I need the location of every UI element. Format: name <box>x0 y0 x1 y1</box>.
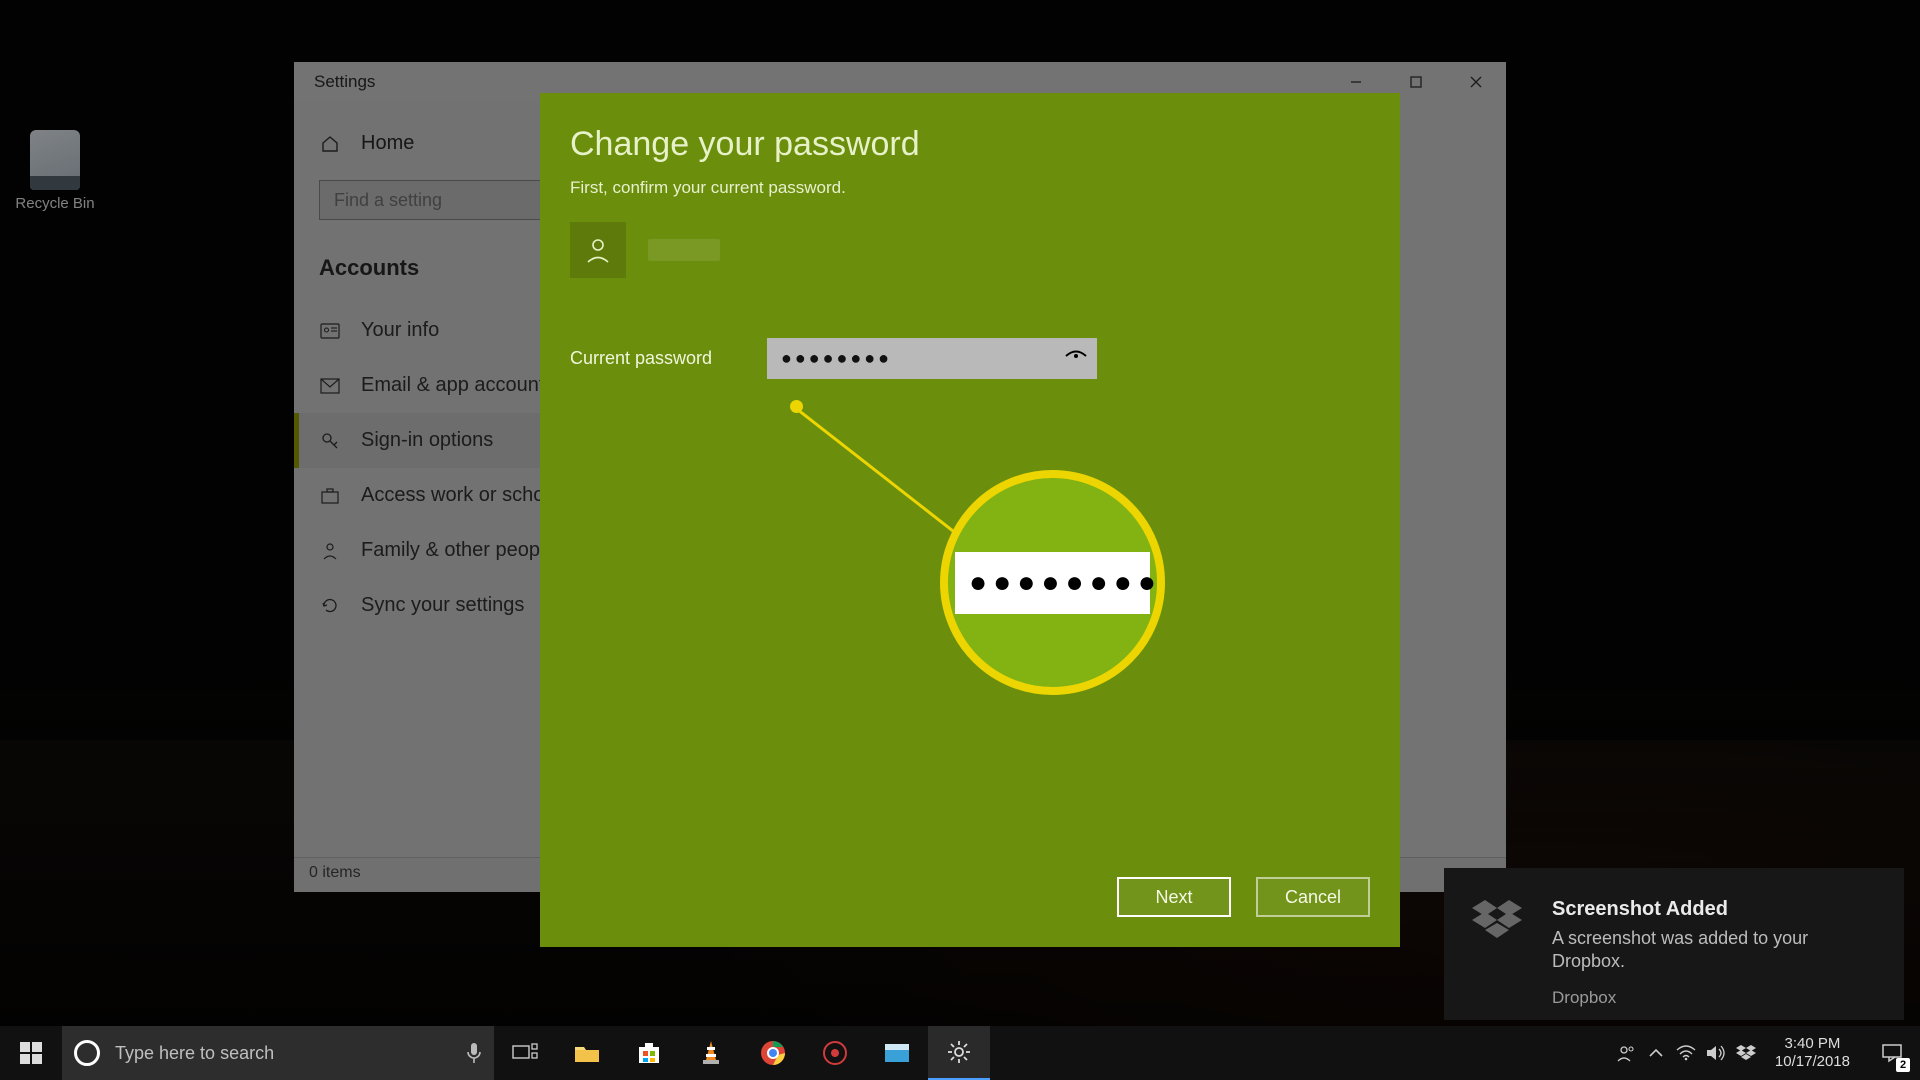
tray-volume-icon[interactable] <box>1701 1026 1731 1080</box>
toast-body: A screenshot was added to your Dropbox. <box>1552 927 1876 974</box>
taskbar: Type here to search <box>0 1026 1920 1080</box>
dialog-title: Change your password <box>570 125 1370 164</box>
file-explorer-icon[interactable] <box>556 1026 618 1080</box>
notif-badge: 2 <box>1896 1058 1910 1072</box>
taskbar-time: 3:40 PM <box>1775 1035 1850 1053</box>
cancel-button-label: Cancel <box>1285 887 1341 908</box>
callout-lens: ●●●●●●●● <box>940 470 1165 695</box>
current-password-input[interactable] <box>767 338 1097 379</box>
action-center-icon[interactable]: 2 <box>1864 1026 1920 1080</box>
settings-taskbar-icon[interactable] <box>928 1026 990 1080</box>
callout-zoom-text: ●●●●●●●● <box>955 552 1150 614</box>
taskbar-date: 10/17/2018 <box>1775 1053 1850 1071</box>
tray-chevron-up-icon[interactable] <box>1641 1026 1671 1080</box>
next-button-label: Next <box>1155 887 1192 908</box>
microsoft-store-icon[interactable] <box>618 1026 680 1080</box>
reveal-password-icon[interactable] <box>1065 350 1087 368</box>
taskbar-clock[interactable]: 3:40 PM 10/17/2018 <box>1761 1035 1864 1071</box>
cancel-button[interactable]: Cancel <box>1256 877 1370 917</box>
taskbar-search[interactable]: Type here to search <box>62 1026 494 1080</box>
mic-icon[interactable] <box>466 1042 482 1064</box>
vlc-icon[interactable] <box>680 1026 742 1080</box>
chrome-icon[interactable] <box>742 1026 804 1080</box>
tray-people-icon[interactable] <box>1611 1026 1641 1080</box>
tray-wifi-icon[interactable] <box>1671 1026 1701 1080</box>
dropbox-icon <box>1472 898 1522 942</box>
tray-dropbox-icon[interactable] <box>1731 1026 1761 1080</box>
user-name-redacted <box>648 239 720 261</box>
task-view-icon[interactable] <box>494 1026 556 1080</box>
current-password-row: Current password <box>570 338 1370 379</box>
dialog-user-row <box>570 222 1370 278</box>
dropbox-toast[interactable]: Screenshot Added A screenshot was added … <box>1444 868 1904 1020</box>
current-password-label: Current password <box>570 348 720 369</box>
user-avatar-icon <box>570 222 626 278</box>
app-shield-icon[interactable] <box>804 1026 866 1080</box>
dialog-subtitle: First, confirm your current password. <box>570 178 1370 198</box>
toast-appname: Dropbox <box>1552 988 1876 1008</box>
app-window-icon[interactable] <box>866 1026 928 1080</box>
toast-title: Screenshot Added <box>1552 898 1876 921</box>
next-button[interactable]: Next <box>1117 877 1231 917</box>
taskbar-search-placeholder: Type here to search <box>115 1043 451 1064</box>
cortana-icon <box>74 1040 100 1066</box>
start-button[interactable] <box>0 1026 62 1080</box>
